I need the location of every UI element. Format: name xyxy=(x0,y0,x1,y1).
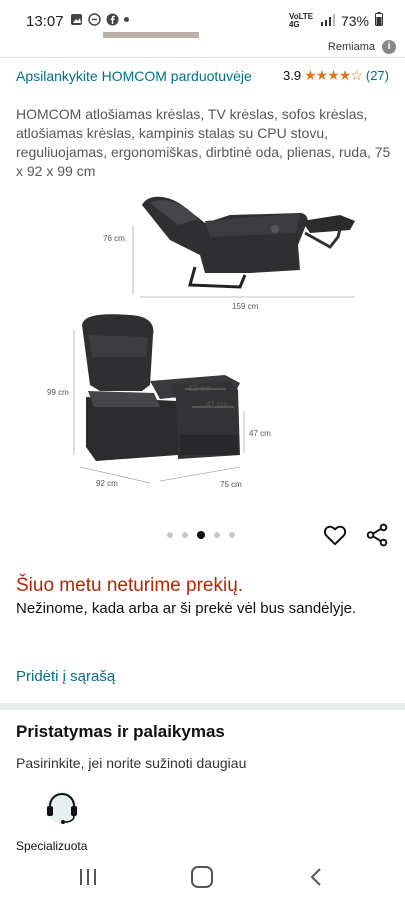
upright-chair-illustration xyxy=(82,314,240,461)
dim-height: 99 cm xyxy=(47,388,69,397)
add-to-list-link[interactable]: Pridėti į sąrašą xyxy=(16,668,115,685)
battery-percentage: 73% xyxy=(340,12,369,29)
battery-icon xyxy=(375,12,383,29)
dim-length-reclined: 159 cm xyxy=(232,302,259,311)
section-divider xyxy=(0,703,405,710)
star-rating-icon: ★★★★☆ xyxy=(304,67,363,83)
share-icon[interactable] xyxy=(364,522,390,548)
notification-icons xyxy=(70,13,129,26)
network-label: VoLTE 4G xyxy=(288,11,314,29)
facebook-notification-icon xyxy=(106,13,119,26)
dot-icon xyxy=(124,17,129,22)
dim-seat-depth: 41 cm xyxy=(206,400,228,409)
dim-height-reclined: 76 cm xyxy=(103,234,125,243)
availability-headline: Šiuo metu neturime prekių. xyxy=(16,575,244,596)
back-icon[interactable] xyxy=(308,867,326,887)
signal-icon xyxy=(320,13,335,29)
carousel-dot[interactable] xyxy=(229,532,235,538)
reclined-chair-illustration xyxy=(142,196,355,289)
store-link[interactable]: Apsilankykite HOMCOM parduotuvėje xyxy=(16,67,266,85)
rating-score: 3.9 xyxy=(283,68,302,83)
product-image: 76 cm 159 cm 99 cm 52 cm 41 cm 47 cm 92 … xyxy=(47,196,355,489)
status-bar: 13:07 VoLTE 4G 73% xyxy=(0,0,405,38)
system-icons: VoLTE 4G 73% xyxy=(289,12,383,29)
carousel-dot[interactable] xyxy=(214,532,220,538)
carousel-dot[interactable] xyxy=(167,532,173,538)
system-navigation-bar xyxy=(0,855,405,900)
carousel-indicator[interactable] xyxy=(167,531,235,539)
info-icon[interactable]: i xyxy=(382,40,396,54)
gallery-notification-icon xyxy=(70,13,83,26)
product-title: HOMCOM atlošiamas krėslas, TV krėslas, s… xyxy=(16,106,391,179)
delivery-section-subtitle: Pasirinkite, jei norite sužinoti daugiau xyxy=(16,755,247,771)
availability-description: Nežinome, kada arba ar ši prekė vėl bus … xyxy=(16,600,357,617)
support-option-label[interactable]: Specializuota xyxy=(16,839,87,853)
wishlist-heart-icon[interactable] xyxy=(322,522,348,548)
delivery-section-title: Pristatymas ir palaikymas xyxy=(16,722,225,741)
dim-depth: 92 cm xyxy=(96,479,118,488)
sponsored-row: Remiama i xyxy=(0,38,405,58)
message-notification-icon xyxy=(88,13,101,26)
dim-width: 75 cm xyxy=(220,480,242,489)
headset-support-icon[interactable] xyxy=(40,788,84,828)
recent-apps-icon[interactable] xyxy=(80,869,98,885)
sponsored-label[interactable]: Remiama xyxy=(328,41,375,53)
carousel-dot[interactable] xyxy=(182,532,188,538)
rating-count[interactable]: (27) xyxy=(366,68,389,83)
clock: 13:07 xyxy=(26,13,64,30)
dim-seat-height: 47 cm xyxy=(249,429,271,438)
home-icon[interactable] xyxy=(191,866,213,888)
dim-seat-width: 52 cm xyxy=(189,384,211,393)
rating-summary[interactable]: 3.9 ★★★★☆ (27) xyxy=(283,67,389,84)
product-image-gallery[interactable]: 76 cm 159 cm 99 cm 52 cm 41 cm 47 cm 92 … xyxy=(0,185,405,505)
carousel-dot-active[interactable] xyxy=(197,531,205,539)
